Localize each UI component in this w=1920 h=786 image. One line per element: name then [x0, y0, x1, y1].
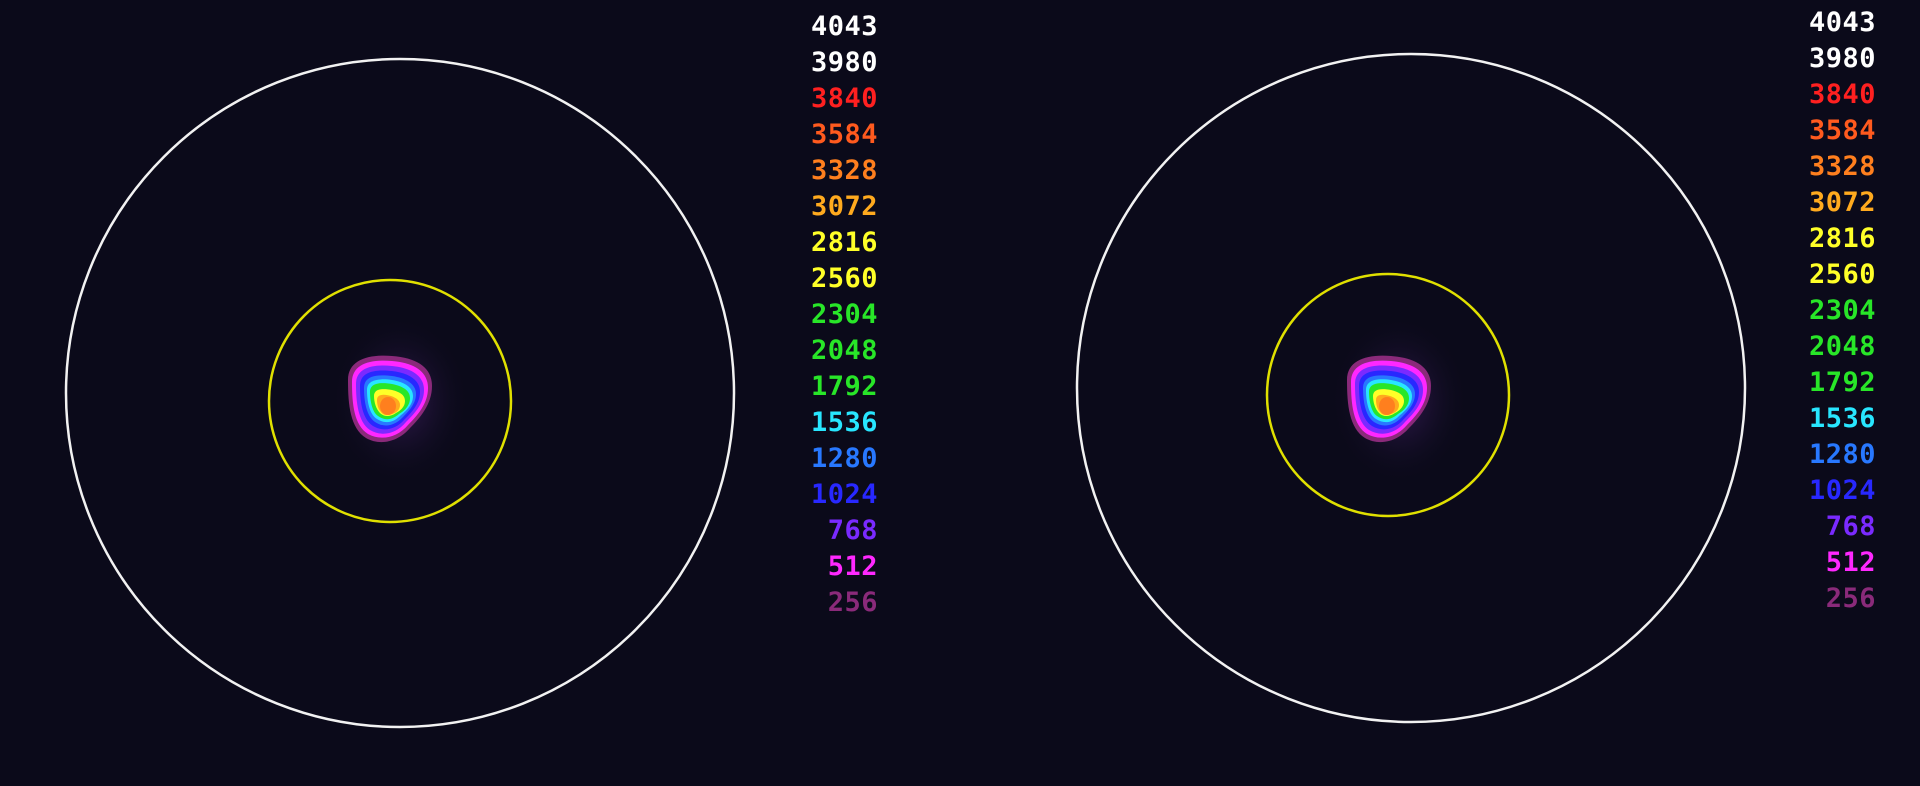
legend-level-3980: 3980: [810, 47, 878, 78]
legend-level-1024: 1024: [1808, 475, 1876, 506]
legend-level-4043: 4043: [810, 11, 878, 42]
color-scale-legend-left: 4043 3980 3840 3584 3328 3072 2816 2560 …: [768, 9, 878, 621]
beam-profile-display: 4043 3980 3840 3584 3328 3072 2816 2560 …: [0, 0, 1920, 786]
legend-level-256: 256: [1825, 583, 1876, 614]
legend-level-512: 512: [827, 551, 878, 582]
legend-level-3584: 3584: [810, 119, 878, 150]
legend-level-1280: 1280: [1808, 439, 1876, 470]
legend-level-3840: 3840: [810, 83, 878, 114]
legend-level-1792: 1792: [810, 371, 878, 402]
legend-level-3328: 3328: [810, 155, 878, 186]
legend-level-3840: 3840: [1808, 79, 1876, 110]
legend-level-3584: 3584: [1808, 115, 1876, 146]
legend-level-2816: 2816: [810, 227, 878, 258]
legend-level-256: 256: [827, 587, 878, 618]
legend-level-3980: 3980: [1808, 43, 1876, 74]
legend-level-4043: 4043: [1808, 7, 1876, 38]
legend-level-768: 768: [1825, 511, 1876, 542]
legend-level-1536: 1536: [1808, 403, 1876, 434]
legend-level-768: 768: [827, 515, 878, 546]
beam-image-right: [1075, 52, 1747, 724]
legend-level-3328: 3328: [1808, 151, 1876, 182]
legend-level-2560: 2560: [1808, 259, 1876, 290]
legend-level-2048: 2048: [810, 335, 878, 366]
legend-level-2304: 2304: [810, 299, 878, 330]
legend-level-1280: 1280: [810, 443, 878, 474]
legend-level-2560: 2560: [810, 263, 878, 294]
legend-level-2048: 2048: [1808, 331, 1876, 362]
legend-level-1792: 1792: [1808, 367, 1876, 398]
legend-level-1024: 1024: [810, 479, 878, 510]
legend-level-3072: 3072: [810, 191, 878, 222]
legend-level-512: 512: [1825, 547, 1876, 578]
legend-level-1536: 1536: [810, 407, 878, 438]
color-scale-legend-right: 4043 3980 3840 3584 3328 3072 2816 2560 …: [1772, 5, 1876, 617]
legend-level-2816: 2816: [1808, 223, 1876, 254]
legend-level-3072: 3072: [1808, 187, 1876, 218]
legend-level-2304: 2304: [1808, 295, 1876, 326]
